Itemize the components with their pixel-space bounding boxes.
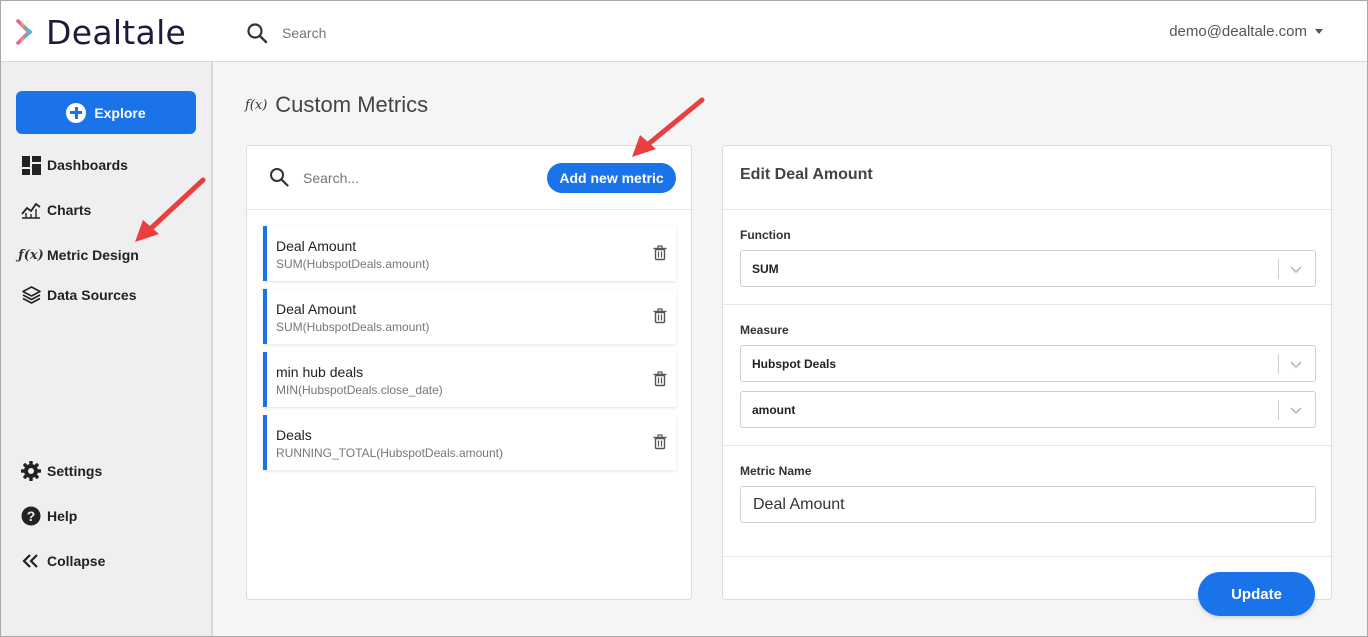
- sidebar-item-help[interactable]: ? Help: [21, 506, 77, 526]
- function-icon: ƒ(x): [18, 247, 44, 263]
- metrics-search-input[interactable]: [303, 169, 523, 187]
- layers-icon: [21, 285, 41, 305]
- trash-icon[interactable]: [652, 245, 668, 261]
- sidebar: Explore Dashboards Charts ƒ(x) Metric De…: [0, 62, 213, 637]
- sidebar-item-dashboards[interactable]: Dashboards: [21, 155, 128, 175]
- help-icon: ?: [21, 506, 41, 526]
- trash-icon[interactable]: [652, 371, 668, 387]
- sidebar-item-label: Help: [47, 508, 78, 524]
- plus-circle-icon: [66, 102, 87, 123]
- sidebar-item-label: Collapse: [47, 553, 106, 569]
- trash-icon[interactable]: [652, 434, 668, 450]
- chart-icon: [21, 200, 41, 220]
- dealtale-logo-icon: [16, 19, 33, 45]
- global-search-input[interactable]: [282, 23, 682, 43]
- divider: [723, 209, 1331, 210]
- metric-name-input[interactable]: [740, 486, 1316, 523]
- svg-text:?: ?: [27, 508, 36, 524]
- select-separator: [1278, 259, 1279, 279]
- metric-formula: SUM(HubspotDeals.amount): [276, 320, 430, 334]
- metrics-list-card: Add new metric Deal Amount SUM(HubspotDe…: [246, 145, 692, 600]
- page-title-text: Custom Metrics: [275, 92, 429, 117]
- page-title: f(x) Custom Metrics: [245, 92, 428, 118]
- measure-source-value: Hubspot Deals: [752, 357, 837, 371]
- metric-formula: MIN(HubspotDeals.close_date): [276, 383, 443, 397]
- search-icon[interactable]: [246, 22, 268, 44]
- sidebar-item-settings[interactable]: Settings: [21, 461, 102, 481]
- sidebar-item-label: Data Sources: [47, 287, 137, 303]
- sidebar-item-collapse[interactable]: Collapse: [21, 551, 105, 571]
- sidebar-item-label: Settings: [47, 463, 103, 479]
- user-email: demo@dealtale.com: [1169, 23, 1307, 40]
- metric-name: Deals: [276, 427, 312, 443]
- gear-icon: [21, 461, 41, 481]
- chevron-down-icon: [1290, 266, 1302, 274]
- trash-icon[interactable]: [652, 308, 668, 324]
- add-new-metric-button[interactable]: Add new metric: [547, 163, 676, 193]
- logo[interactable]: Dealtale: [16, 12, 187, 52]
- explore-button[interactable]: Explore: [16, 91, 196, 134]
- collapse-icon: [21, 551, 41, 571]
- edit-panel-title: Edit Deal Amount: [740, 166, 873, 183]
- chevron-down-icon: [1290, 361, 1302, 369]
- sidebar-item-label: Dashboards: [47, 157, 128, 173]
- top-header: Dealtale demo@dealtale.com: [0, 0, 1368, 62]
- explore-label: Explore: [94, 104, 146, 121]
- measure-field-select[interactable]: amount: [740, 391, 1316, 428]
- brand-name: Dealtale: [46, 12, 187, 52]
- sidebar-item-metric-design[interactable]: ƒ(x) Metric Design: [18, 245, 139, 265]
- metric-formula: RUNNING_TOTAL(HubspotDeals.amount): [276, 446, 503, 460]
- sidebar-item-data-sources[interactable]: Data Sources: [21, 285, 136, 305]
- search-icon[interactable]: [269, 167, 289, 187]
- metric-list-item[interactable]: Deal Amount SUM(HubspotDeals.amount): [263, 226, 676, 281]
- metric-name: Deal Amount: [276, 238, 357, 254]
- divider: [723, 304, 1331, 305]
- metric-name: Deal Amount: [276, 301, 357, 317]
- chevron-down-icon: [1290, 407, 1302, 415]
- user-menu[interactable]: demo@dealtale.com: [1169, 23, 1323, 40]
- function-icon: f(x): [245, 97, 268, 113]
- dashboard-icon: [21, 155, 41, 175]
- metric-name-label: Metric Name: [740, 464, 812, 478]
- caret-down-icon: [1315, 29, 1323, 34]
- measure-field-value: amount: [752, 403, 796, 417]
- divider: [723, 445, 1331, 446]
- metric-name: min hub deals: [276, 364, 364, 380]
- function-select-value: SUM: [752, 262, 779, 276]
- sidebar-item-charts[interactable]: Charts: [21, 200, 91, 220]
- update-button[interactable]: Update: [1198, 572, 1315, 616]
- function-label: Function: [740, 228, 791, 242]
- sidebar-item-label: Charts: [47, 202, 92, 218]
- measure-label: Measure: [740, 323, 789, 337]
- function-select[interactable]: SUM: [740, 250, 1316, 287]
- metric-list-item[interactable]: Deal Amount SUM(HubspotDeals.amount): [263, 289, 676, 344]
- measure-source-select[interactable]: Hubspot Deals: [740, 345, 1316, 382]
- select-separator: [1278, 354, 1279, 374]
- metric-list-item[interactable]: Deals RUNNING_TOTAL(HubspotDeals.amount): [263, 415, 676, 470]
- divider: [723, 556, 1331, 557]
- divider: [247, 209, 691, 210]
- edit-metric-card: Edit Deal Amount Function SUM Measure Hu…: [722, 145, 1332, 600]
- metric-list-item[interactable]: min hub deals MIN(HubspotDeals.close_dat…: [263, 352, 676, 407]
- select-separator: [1278, 400, 1279, 420]
- metric-formula: SUM(HubspotDeals.amount): [276, 257, 430, 271]
- sidebar-item-label: Metric Design: [47, 247, 139, 263]
